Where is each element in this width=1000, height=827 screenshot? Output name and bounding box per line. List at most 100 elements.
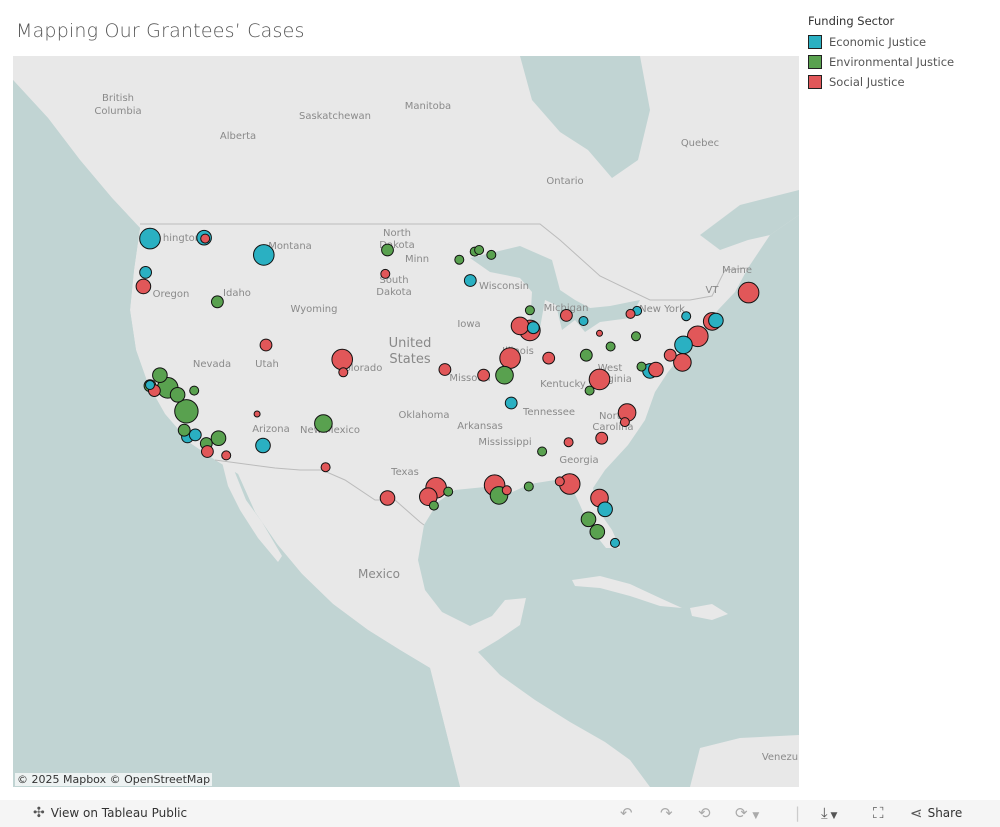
map-label: Mississippi [478, 437, 531, 448]
case-marker-environmental-justice[interactable] [537, 446, 548, 457]
map-label: Wyoming [291, 304, 338, 315]
case-marker-economic-justice[interactable] [610, 537, 620, 548]
case-marker-social-justice[interactable] [200, 233, 211, 244]
case-marker-social-justice[interactable] [563, 437, 574, 448]
case-marker-social-justice[interactable] [554, 476, 565, 487]
undo-icon[interactable]: ↶ [620, 804, 633, 822]
legend-title: Funding Sector [808, 14, 895, 28]
case-marker-environmental-justice[interactable] [580, 511, 597, 528]
case-marker-economic-justice[interactable] [681, 311, 692, 322]
legend-item-environmental-justice[interactable]: Environmental Justice [808, 52, 954, 72]
map-label: North [383, 228, 411, 239]
case-marker-environmental-justice[interactable] [443, 486, 454, 497]
map-label: New York [639, 304, 685, 315]
case-marker-economic-justice[interactable] [252, 244, 275, 266]
fullscreen-icon[interactable]: ⛶ [873, 804, 884, 822]
case-marker-environmental-justice[interactable] [428, 500, 439, 511]
case-marker-economic-justice[interactable] [463, 274, 477, 287]
case-marker-social-justice[interactable] [499, 347, 521, 369]
map-label: Kentucky [540, 379, 586, 390]
case-marker-economic-justice[interactable] [504, 396, 518, 410]
map-label: Wisconsin [479, 281, 529, 292]
case-marker-social-justice[interactable] [737, 281, 760, 304]
case-marker-environmental-justice[interactable] [524, 305, 535, 316]
case-marker-social-justice[interactable] [510, 316, 530, 336]
case-marker-environmental-justice[interactable] [579, 348, 593, 362]
case-marker-social-justice[interactable] [501, 485, 512, 496]
map-attribution[interactable]: © 2025 Mapbox © OpenStreetMap [15, 773, 213, 786]
case-marker-economic-justice[interactable] [708, 312, 724, 329]
case-marker-environmental-justice[interactable] [584, 385, 595, 396]
land [13, 56, 799, 787]
case-marker-environmental-justice[interactable] [523, 481, 534, 492]
legend-item-economic-justice[interactable]: Economic Justice [808, 32, 954, 52]
case-marker-social-justice[interactable] [221, 450, 232, 461]
map[interactable]: British Columbia Alberta Saskatchewan Manito… [13, 56, 799, 787]
case-marker-social-justice[interactable] [331, 348, 354, 371]
case-marker-environmental-justice[interactable] [589, 524, 606, 540]
case-marker-social-justice[interactable] [595, 431, 609, 445]
legend-swatch [808, 75, 822, 89]
case-marker-environmental-justice[interactable] [474, 245, 485, 255]
share-button[interactable]: ⋖ Share [910, 804, 962, 822]
case-marker-environmental-justice[interactable] [210, 430, 227, 447]
revert-icon[interactable]: ⟲ [698, 804, 711, 822]
map-canvas[interactable]: British Columbia Alberta Saskatchewan Manito… [13, 56, 799, 787]
case-marker-social-justice[interactable] [477, 368, 491, 382]
case-marker-environmental-justice[interactable] [495, 365, 514, 385]
case-marker-environmental-justice[interactable] [314, 414, 333, 433]
case-marker-environmental-justice[interactable] [454, 254, 465, 265]
map-label: Texas [390, 467, 419, 478]
case-marker-social-justice[interactable] [201, 445, 214, 458]
case-marker-social-justice[interactable] [663, 348, 677, 362]
case-marker-economic-justice[interactable] [674, 335, 693, 355]
case-marker-environmental-justice[interactable] [486, 249, 497, 260]
legend-item-social-justice[interactable]: Social Justice [808, 72, 954, 92]
case-marker-social-justice[interactable] [542, 351, 556, 365]
case-marker-environmental-justice[interactable] [174, 399, 199, 424]
case-marker-social-justice[interactable] [596, 329, 603, 337]
case-marker-economic-justice[interactable] [578, 316, 589, 326]
hispaniola [690, 604, 728, 620]
legend-swatch [808, 35, 822, 49]
case-marker-environmental-justice[interactable] [189, 385, 200, 396]
case-marker-social-justice[interactable] [379, 490, 396, 506]
case-marker-environmental-justice[interactable] [177, 423, 191, 437]
case-marker-economic-justice[interactable] [139, 227, 161, 250]
case-marker-social-justice[interactable] [438, 363, 452, 376]
case-marker-social-justice[interactable] [135, 278, 152, 295]
case-marker-economic-justice[interactable] [255, 437, 271, 454]
map-label: Saskatchewan [299, 111, 371, 122]
case-marker-economic-justice[interactable] [526, 321, 540, 335]
case-marker-environmental-justice[interactable] [381, 243, 394, 257]
download-icon[interactable]: ⤓ ▼ [821, 804, 837, 822]
legend-label: Economic Justice [829, 35, 927, 49]
redo-icon[interactable]: ↷ [660, 804, 673, 822]
legend-label: Social Justice [829, 75, 905, 89]
map-label: Montana [268, 241, 312, 252]
case-marker-social-justice[interactable] [648, 361, 664, 378]
case-marker-social-justice[interactable] [619, 417, 630, 428]
case-marker-social-justice[interactable] [625, 308, 636, 319]
map-label: Oregon [153, 289, 190, 300]
case-marker-economic-justice[interactable] [188, 428, 202, 442]
case-marker-environmental-justice[interactable] [152, 367, 168, 384]
case-marker-social-justice[interactable] [560, 309, 573, 322]
case-marker-environmental-justice[interactable] [631, 331, 641, 342]
case-marker-environmental-justice[interactable] [169, 387, 186, 403]
case-marker-economic-justice[interactable] [145, 380, 155, 390]
case-marker-environmental-justice[interactable] [605, 341, 616, 352]
case-marker-social-justice[interactable] [380, 268, 391, 279]
case-marker-social-justice[interactable] [320, 462, 331, 473]
case-marker-environmental-justice[interactable] [636, 361, 647, 372]
case-marker-social-justice[interactable] [259, 338, 273, 352]
legend: Funding Sector Economic Justice Environm… [808, 14, 954, 92]
case-marker-economic-justice[interactable] [597, 501, 613, 518]
refresh-icon[interactable]: ⟳ ▼ [735, 804, 759, 822]
case-marker-environmental-justice[interactable] [211, 295, 224, 309]
case-marker-economic-justice[interactable] [139, 266, 153, 279]
case-marker-social-justice[interactable] [338, 367, 349, 378]
page-title: Mapping Our Grantees’ Cases [16, 20, 305, 42]
case-marker-social-justice[interactable] [253, 410, 261, 418]
view-on-tableau-public-link[interactable]: ✣ View on Tableau Public [33, 805, 187, 821]
